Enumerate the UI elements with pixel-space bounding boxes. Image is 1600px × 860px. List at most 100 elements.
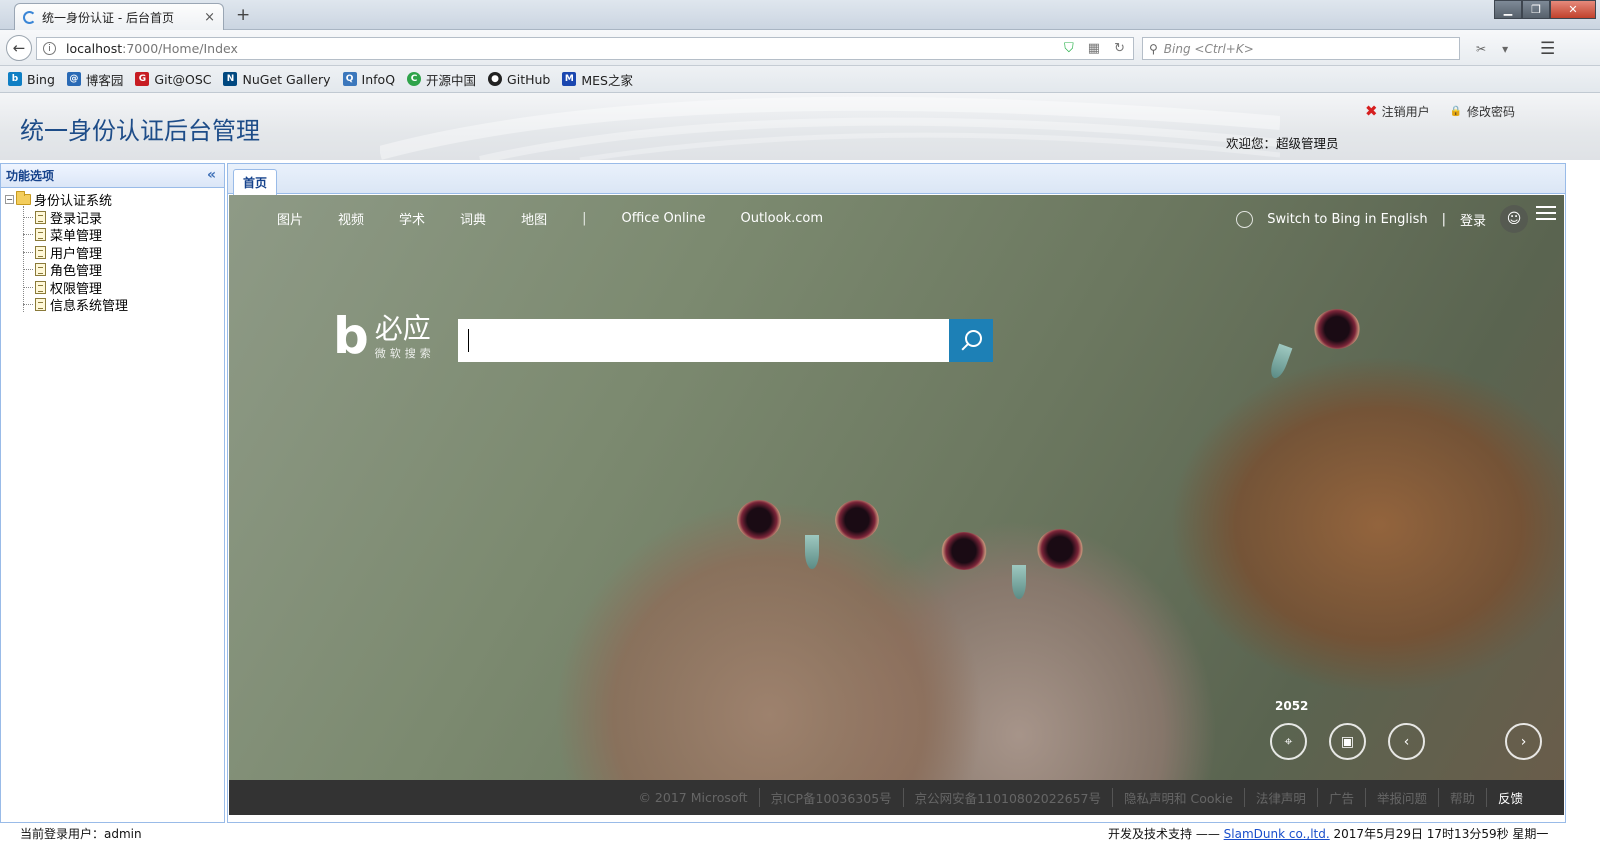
- footer-icp-link[interactable]: 京ICP备10036305号: [758, 788, 903, 807]
- minimize-button[interactable]: ▁: [1494, 0, 1522, 19]
- bookmark-label: InfoQ: [361, 71, 396, 87]
- maximize-button[interactable]: ❐: [1522, 0, 1550, 19]
- location-icon[interactable]: ⌖: [1270, 723, 1307, 760]
- tab-title: 统一身份认证 - 后台首页: [42, 10, 174, 25]
- bing-nav-images[interactable]: 图片: [277, 209, 303, 228]
- bing-search-button[interactable]: [949, 319, 993, 362]
- switch-language-link[interactable]: Switch to Bing in English: [1267, 212, 1427, 227]
- footer-feedback-link[interactable]: 反馈: [1485, 788, 1534, 807]
- image-view-count: 2052: [1275, 699, 1309, 713]
- bookmark-label: 开源中国: [426, 72, 477, 88]
- bing-account-area: Switch to Bing in English | 登录 ☺: [1236, 205, 1528, 233]
- owl-eye: [1037, 529, 1083, 569]
- user-avatar-icon[interactable]: ☺: [1500, 205, 1528, 233]
- folder-icon: [16, 191, 31, 206]
- reload-icon[interactable]: ↻: [1114, 41, 1125, 56]
- window-close-button[interactable]: ✕: [1550, 0, 1596, 19]
- text-caret: [468, 329, 469, 352]
- bing-nav-academic[interactable]: 学术: [399, 209, 425, 228]
- sidebar-item-permission-management[interactable]: 权限管理: [5, 279, 224, 297]
- bing-nav-separator: |: [582, 211, 587, 226]
- company-link[interactable]: SlamDunk co.,ltd.: [1224, 827, 1330, 841]
- sidebar-title: 功能选项: [6, 169, 55, 183]
- bing-nav-maps[interactable]: 地图: [521, 209, 547, 228]
- search-icon: ⚲: [1149, 41, 1158, 56]
- logout-link[interactable]: ✖ 注销用户: [1365, 102, 1430, 120]
- dropdown-icon[interactable]: ▾: [1502, 42, 1508, 56]
- tree-item-label: 登录记录: [50, 211, 103, 227]
- bing-nav-videos[interactable]: 视频: [338, 209, 364, 228]
- bookmark-github[interactable]: ● GitHub: [488, 72, 550, 87]
- bing-search-input[interactable]: [458, 319, 950, 362]
- next-image-icon[interactable]: ›: [1505, 723, 1542, 760]
- bing-b-logo-icon: b: [333, 307, 369, 365]
- support-prefix: 开发及技术支持 ——: [1108, 827, 1220, 841]
- owl-eye: [835, 500, 879, 540]
- footer-help-link[interactable]: 帮助: [1437, 788, 1486, 807]
- back-button[interactable]: ←: [6, 35, 32, 61]
- tab-close-icon[interactable]: ×: [204, 10, 215, 25]
- datetime-text: 2017年5月29日 17时13分59秒 星期一: [1333, 827, 1549, 841]
- tab-home[interactable]: 首页: [233, 169, 277, 195]
- tree-toggle-icon[interactable]: −: [5, 195, 14, 205]
- sidebar-item-info-system-management[interactable]: 信息系统管理: [5, 296, 224, 314]
- bookmark-gitosc[interactable]: G Git@OSC: [135, 72, 211, 87]
- footer-ads-link[interactable]: 广告: [1316, 788, 1365, 807]
- bookmark-label: GitHub: [507, 71, 551, 87]
- app-title: 统一身份认证后台管理: [20, 117, 260, 145]
- collapse-icon[interactable]: «: [207, 167, 216, 183]
- bing-nav-office-online[interactable]: Office Online: [621, 211, 705, 226]
- browser-menu-icon[interactable]: ☰: [1540, 39, 1555, 59]
- status-bar: 当前登录用户：admin 开发及技术支持 —— SlamDunk co.,ltd…: [0, 823, 1600, 846]
- logout-label: 注销用户: [1381, 104, 1430, 119]
- bookmark-label: Git@OSC: [154, 71, 212, 87]
- bing-logo-subtext: 微软搜索: [374, 347, 435, 360]
- tree-root-node[interactable]: − 身份认证系统: [5, 191, 224, 209]
- site-info-icon[interactable]: i: [43, 42, 56, 55]
- document-icon: [35, 228, 46, 242]
- footer-copyright: © 2017 Microsoft: [638, 790, 748, 805]
- document-icon: [35, 280, 46, 294]
- new-tab-button[interactable]: +: [236, 5, 250, 25]
- owl-eye: [941, 532, 987, 570]
- bookmark-label: NuGet Gallery: [242, 71, 331, 87]
- change-password-link[interactable]: 🔒 修改密码: [1450, 102, 1515, 120]
- window-controls: ▁ ❐ ✕: [1494, 0, 1596, 19]
- bing-login-link[interactable]: 登录: [1460, 210, 1486, 229]
- loading-spinner-icon: [23, 10, 36, 24]
- sidebar-item-menu-management[interactable]: 菜单管理: [5, 226, 224, 244]
- browser-search-input[interactable]: ⚲ Bing <Ctrl+K>: [1142, 37, 1460, 60]
- sidebar-item-user-management[interactable]: 用户管理: [5, 244, 224, 262]
- footer-report-link[interactable]: 举报问题: [1364, 788, 1438, 807]
- bing-nav-dictionary[interactable]: 词典: [460, 209, 486, 228]
- sidebar-item-role-management[interactable]: 角色管理: [5, 261, 224, 279]
- footer-legal-link[interactable]: 法律声明: [1243, 788, 1317, 807]
- bookmark-cnblogs[interactable]: @ 博客园: [66, 70, 123, 89]
- bookmark-nuget[interactable]: N NuGet Gallery: [223, 71, 331, 87]
- sidebar-item-login-records[interactable]: 登录记录: [5, 209, 224, 227]
- footer-police-link[interactable]: 京公网安备11010802022657号: [902, 788, 1112, 807]
- globe-icon: [1236, 210, 1254, 228]
- address-bar[interactable]: i localhost:7000/Home/Index ⛉ ▦ ↻: [36, 37, 1134, 60]
- shield-icon[interactable]: ⛉: [1064, 41, 1074, 56]
- menu-tree: − 身份认证系统 登录记录 菜单管理 用户管理 角色管理 权限管理 信息系统管理: [1, 188, 224, 314]
- bookmark-bing[interactable]: b Bing: [8, 72, 55, 87]
- bookmark-infoq[interactable]: Q InfoQ: [342, 71, 396, 87]
- bookmark-oschina[interactable]: C 开源中国: [407, 70, 476, 89]
- bookmark-mes[interactable]: M MES之家: [562, 70, 633, 89]
- qr-code-icon[interactable]: ▦: [1088, 41, 1100, 56]
- previous-image-icon[interactable]: ‹: [1388, 723, 1425, 760]
- footer-privacy-link[interactable]: 隐私声明和 Cookie: [1112, 788, 1244, 807]
- extension-icon[interactable]: ✂: [1476, 42, 1486, 56]
- owl-eye: [1314, 309, 1360, 349]
- lock-icon: 🔒: [1449, 105, 1463, 117]
- bing-nav-outlook[interactable]: Outlook.com: [740, 211, 823, 226]
- current-user-text: 当前登录用户：admin: [20, 827, 142, 841]
- bing-menu-icon[interactable]: [1536, 206, 1556, 224]
- browser-tab-active[interactable]: 统一身份认证 - 后台首页 ×: [14, 3, 224, 30]
- bing-footer: © 2017 Microsoft 京ICP备10036305号 京公网安备110…: [229, 780, 1564, 815]
- sidebar: 功能选项 « − 身份认证系统 登录记录 菜单管理 用户管理 角色管理 权限管理…: [0, 163, 225, 823]
- info-icon[interactable]: ▣: [1329, 723, 1366, 760]
- cnblogs-icon: @: [66, 72, 81, 86]
- main-panel: 首页 图片 视频 学术 词典 地图 | Office Online Outloo…: [227, 163, 1566, 823]
